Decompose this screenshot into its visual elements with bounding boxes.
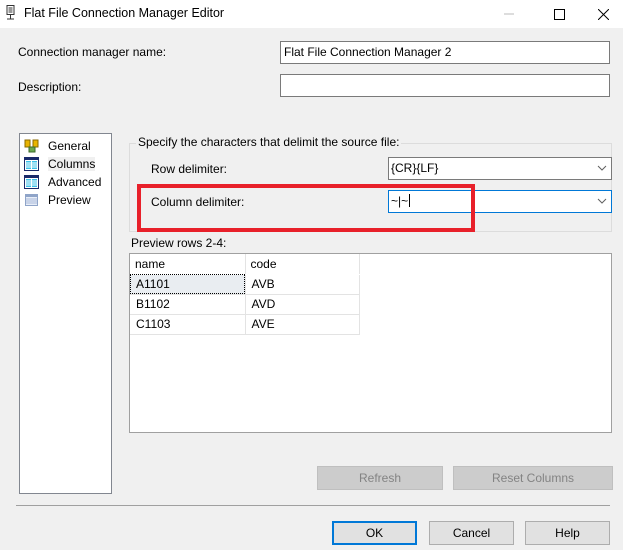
advanced-icon — [24, 175, 40, 189]
maximize-icon — [553, 8, 565, 20]
cell-code[interactable]: AVE — [245, 314, 360, 335]
nav-label: Advanced — [48, 175, 102, 189]
minimize-icon — [504, 13, 514, 15]
page-navigation: General Columns Advanced Preview — [19, 133, 112, 494]
columns-icon — [24, 157, 40, 171]
row-delimiter-value: {CR}{LF} — [391, 161, 439, 175]
cell-code[interactable]: AVD — [245, 294, 360, 315]
column-header-name[interactable]: name — [130, 254, 246, 275]
row-delimiter-label: Row delimiter: — [151, 162, 228, 176]
table-row: B1102 AVD — [130, 294, 360, 315]
reset-columns-button[interactable]: Reset Columns — [453, 466, 613, 490]
table-row: A1101 AVB — [130, 274, 360, 295]
preview-label: Preview rows 2-4: — [131, 236, 227, 250]
nav-label: Preview — [48, 193, 91, 207]
cell-name[interactable]: C1103 — [130, 314, 246, 335]
title-bar: Flat File Connection Manager Editor — [0, 0, 623, 28]
table-row: C1103 AVE — [130, 314, 360, 335]
nav-label: Columns — [48, 157, 96, 171]
grid-header-row: name code — [130, 254, 360, 275]
maximize-button[interactable] — [536, 0, 582, 28]
preview-grid[interactable]: name code A1101 AVB B1102 AVD C1103 AVE — [129, 253, 612, 433]
refresh-button[interactable]: Refresh — [317, 466, 443, 490]
separator — [16, 505, 610, 506]
cell-code[interactable]: AVB — [245, 274, 360, 295]
window-title: Flat File Connection Manager Editor — [24, 6, 225, 20]
description-input[interactable] — [280, 74, 610, 97]
cell-name[interactable]: A1101 — [130, 274, 246, 295]
preview-icon — [24, 193, 40, 207]
nav-item-columns[interactable]: Columns — [22, 155, 96, 173]
highlight-annotation-box — [137, 184, 475, 232]
delimiter-group-title: Specify the characters that delimit the … — [136, 135, 402, 149]
connection-name-label: Connection manager name: — [18, 45, 167, 59]
column-header-code[interactable]: code — [245, 254, 360, 275]
close-icon — [597, 8, 609, 20]
minimize-button[interactable] — [486, 0, 532, 28]
chevron-down-icon[interactable] — [597, 195, 607, 207]
row-delimiter-combo[interactable]: {CR}{LF} — [388, 157, 612, 180]
help-button[interactable]: Help — [525, 521, 610, 545]
connection-name-input[interactable]: Flat File Connection Manager 2 — [280, 41, 610, 64]
nav-item-advanced[interactable]: Advanced — [22, 173, 101, 191]
nav-item-preview[interactable]: Preview — [22, 191, 91, 209]
ok-button[interactable]: OK — [332, 521, 417, 545]
description-label: Description: — [18, 80, 82, 94]
close-button[interactable] — [580, 0, 623, 28]
general-icon — [24, 139, 40, 153]
nav-item-general[interactable]: General — [22, 137, 91, 155]
chevron-down-icon[interactable] — [597, 162, 607, 174]
flat-file-connection-icon — [5, 5, 17, 21]
cell-name[interactable]: B1102 — [130, 294, 246, 315]
cancel-button[interactable]: Cancel — [429, 521, 514, 545]
nav-label: General — [48, 139, 91, 153]
